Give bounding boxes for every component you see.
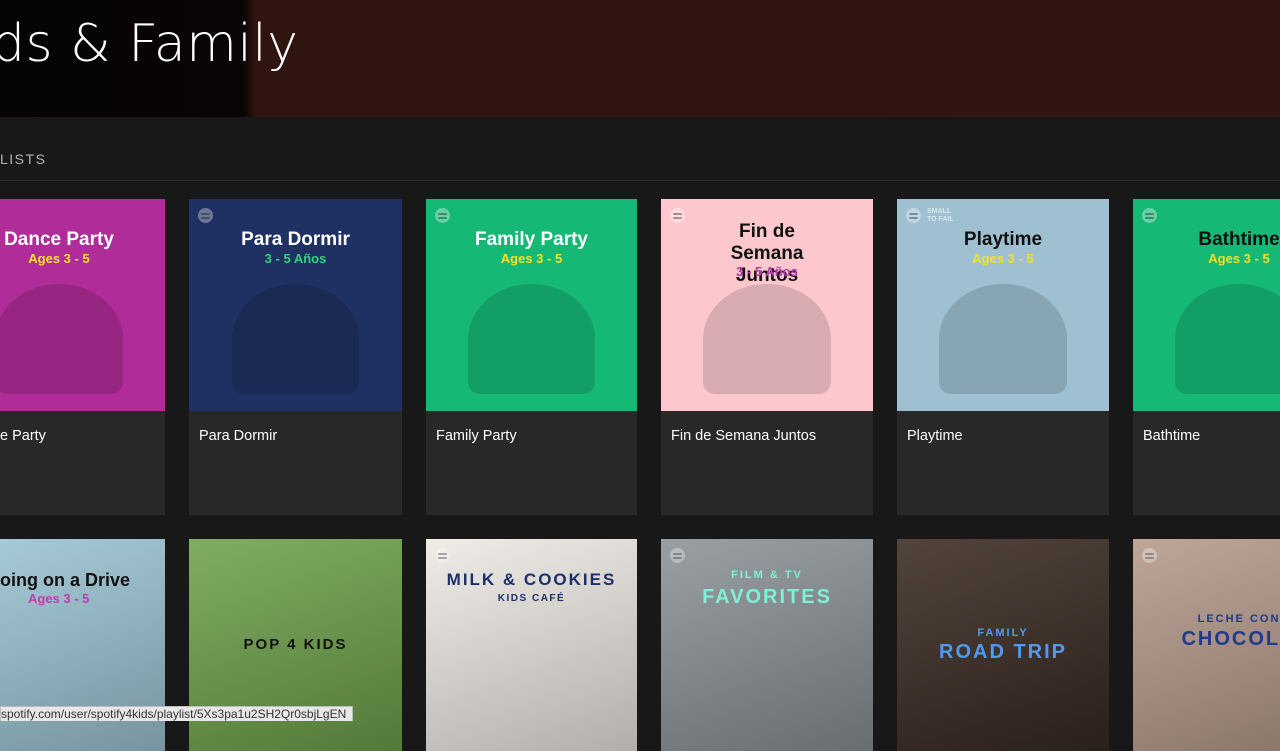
- cover-illustration: [468, 284, 595, 394]
- cover-pretitle: FAMILY: [977, 627, 1029, 639]
- cover-subtitle: Ages 3 - 5: [28, 251, 90, 266]
- cover-pretitle: FILM & TV: [731, 569, 803, 581]
- cover-title: oing on a Drive: [0, 570, 131, 590]
- cover-title: FAVORITES: [702, 586, 832, 608]
- cover-title: Bathtime: [1198, 229, 1280, 250]
- playlist-title[interactable]: Playtime: [907, 428, 963, 444]
- playlist-card[interactable]: Dance Party Ages 3 - 5 e Party: [0, 199, 165, 515]
- playlist-title[interactable]: Family Party: [436, 428, 517, 444]
- divider: [0, 180, 1280, 181]
- cover-title: POP 4 KIDS: [243, 636, 348, 653]
- cover-illustration: [231, 284, 360, 394]
- cover-illustration: [939, 284, 1067, 394]
- cover-subtitle: Ages 3 - 5: [972, 251, 1034, 266]
- playlist-cover[interactable]: FAMILY ROAD TRIP: [897, 539, 1109, 751]
- playlist-cover[interactable]: SMALL TO FAIL Playtime Ages 3 - 5: [897, 199, 1109, 411]
- cover-subtitle: 3 - 5 Años: [736, 264, 798, 279]
- page-title: ds & Family: [0, 14, 299, 74]
- cover-title: Family Party: [475, 229, 588, 250]
- status-bar-url: spotify.com/user/spotify4kids/playlist/5…: [0, 706, 354, 721]
- cover-title: Para Dormir: [241, 229, 350, 250]
- cover-illustration: [703, 284, 831, 394]
- cover-pretitle: LECHE CON: [1197, 613, 1280, 625]
- cover-subtitle: 3 - 5 Años: [264, 251, 327, 266]
- section-heading: LISTS: [0, 151, 47, 167]
- playlist-title[interactable]: e Party: [0, 428, 46, 444]
- spotify-logo-icon: [1142, 208, 1157, 223]
- playlist-cover[interactable]: Bathtime Ages 3 - 5: [1133, 199, 1280, 411]
- cover-subtitle: Ages 3 - 5: [1208, 251, 1270, 266]
- cover-illustration: [1175, 284, 1280, 394]
- playlist-card[interactable]: Bathtime Ages 3 - 5 Bathtime: [1133, 199, 1280, 515]
- category-header: ds & Family: [0, 0, 1280, 117]
- cover-subtitle: Ages 3 - 5: [500, 251, 563, 266]
- spotify-logo-icon: [906, 208, 921, 223]
- playlist-card[interactable]: SMALL TO FAIL Playtime Ages 3 - 5 Playtime: [897, 199, 1109, 515]
- playlist-title[interactable]: Bathtime: [1143, 428, 1200, 444]
- cover-subtitle: Ages 3 - 5: [28, 591, 90, 606]
- playlist-cover[interactable]: Dance Party Ages 3 - 5: [0, 199, 165, 411]
- cover-title: MILK & COOKIES: [446, 570, 617, 589]
- playlist-cover[interactable]: LECHE CON CHOCOLA: [1133, 539, 1280, 751]
- playlist-card[interactable]: Family Party Ages 3 - 5 Family Party: [426, 199, 637, 515]
- playlist-cover[interactable]: Family Party Ages 3 - 5: [426, 199, 637, 411]
- cover-title: CHOCOLA: [1181, 628, 1280, 650]
- spotify-logo-icon: [198, 208, 213, 223]
- playlist-cover[interactable]: MILK & COOKIES KIDS CAFÉ: [426, 539, 637, 751]
- playlist-title[interactable]: Para Dormir: [199, 428, 277, 444]
- playlist-card[interactable]: MILK & COOKIES KIDS CAFÉ: [426, 539, 637, 751]
- spotify-logo-icon: [435, 208, 450, 223]
- playlist-card[interactable]: LECHE CON CHOCOLA: [1133, 539, 1280, 751]
- playlist-cover[interactable]: Fin de Semana Juntos 3 - 5 Años: [661, 199, 873, 411]
- cover-title: Dance Party: [4, 229, 114, 250]
- playlist-card[interactable]: FAMILY ROAD TRIP: [897, 539, 1109, 751]
- cover-subtitle: KIDS CAFÉ: [497, 593, 566, 604]
- playlist-cover[interactable]: FILM & TV FAVORITES: [661, 539, 873, 751]
- cover-title: Playtime: [963, 229, 1043, 250]
- playlist-card[interactable]: Fin de Semana Juntos 3 - 5 Años Fin de Sem…: [661, 199, 873, 515]
- playlist-card[interactable]: Para Dormir 3 - 5 Años Para Dormir: [189, 199, 402, 515]
- cover-badge: SMALL TO FAIL: [927, 208, 954, 223]
- playlist-cover[interactable]: Para Dormir 3 - 5 Años: [189, 199, 402, 411]
- cover-illustration: [0, 284, 123, 394]
- playlist-card[interactable]: FILM & TV FAVORITES: [661, 539, 873, 751]
- playlist-title[interactable]: Fin de Semana Juntos: [671, 428, 816, 444]
- cover-title: ROAD TRIP: [939, 641, 1067, 663]
